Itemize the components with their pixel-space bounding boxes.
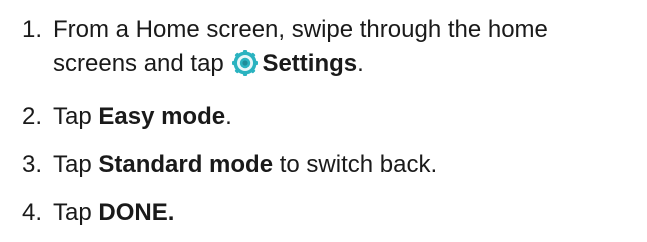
step-4: 4. Tap DONE. bbox=[22, 196, 174, 230]
step-2: 2. Tap Easy mode. bbox=[22, 100, 232, 134]
step-number: 4. bbox=[22, 199, 43, 226]
step-bold-text: Standard mode bbox=[98, 151, 274, 178]
step-number: 3. bbox=[22, 151, 43, 178]
step-text: Tap bbox=[53, 151, 92, 178]
step-text: From a Home screen, swipe through the ho… bbox=[53, 16, 548, 43]
step-number: 1. bbox=[22, 16, 43, 43]
step-number: 2. bbox=[22, 103, 43, 130]
step-3: 3. Tap Standard mode to switch back. bbox=[22, 148, 437, 182]
step-bold-text: DONE. bbox=[98, 199, 175, 226]
step-text: to switch back. bbox=[279, 151, 438, 178]
step-1-line-2: screens and tap Settings. bbox=[22, 47, 548, 81]
step-bold-text: Settings bbox=[262, 50, 358, 77]
step-1: 1. From a Home screen, swipe through the … bbox=[22, 13, 548, 81]
step-text: . bbox=[357, 50, 364, 77]
step-text: screens and tap bbox=[53, 50, 224, 77]
settings-gear-icon bbox=[232, 50, 259, 76]
step-text: Tap bbox=[53, 199, 92, 226]
step-bold-text: Easy mode bbox=[98, 103, 226, 130]
step-text: . bbox=[225, 103, 232, 130]
instruction-steps: 1. From a Home screen, swipe through the … bbox=[0, 0, 647, 242]
step-text: Tap bbox=[53, 103, 92, 130]
